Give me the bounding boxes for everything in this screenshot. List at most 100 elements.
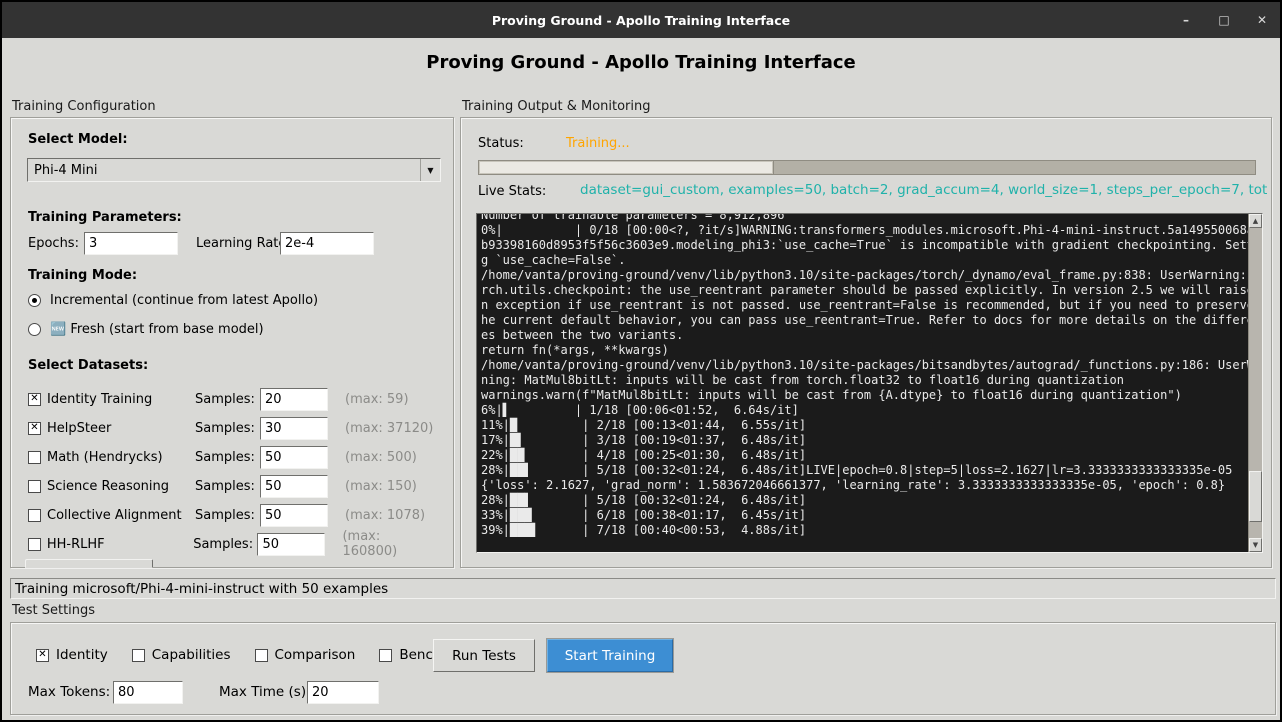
monitor-frame: Status: Training... Live Stats: dataset=… bbox=[460, 117, 1272, 568]
samples-label: Samples: bbox=[195, 479, 257, 494]
training-params-label: Training Parameters: bbox=[28, 210, 182, 225]
terminal-panel: Number of trainable parameters = 8,912,8… bbox=[476, 213, 1263, 553]
training-mode-group: Incremental (continue from latest Apollo… bbox=[28, 290, 318, 348]
test-checkbox[interactable] bbox=[255, 649, 268, 662]
samples-max-label: (max: 1078) bbox=[345, 508, 425, 523]
window-title: Proving Ground - Apollo Training Interfa… bbox=[492, 13, 790, 28]
max-time-input[interactable] bbox=[307, 681, 379, 704]
test-checkbox[interactable]: ✕ bbox=[36, 649, 49, 662]
run-tests-button[interactable]: Run Tests bbox=[433, 639, 535, 672]
app-window: Proving Ground - Apollo Training Interfa… bbox=[0, 0, 1282, 722]
dataset-checkbox[interactable]: ✕ bbox=[28, 393, 41, 406]
samples-input[interactable] bbox=[260, 417, 328, 440]
close-icon[interactable]: ✕ bbox=[1254, 13, 1270, 27]
select-model-label: Select Model: bbox=[28, 132, 128, 147]
samples-label: Samples: bbox=[195, 392, 257, 407]
test-checkbox-item[interactable]: ✕ Identity bbox=[36, 647, 108, 663]
test-checkbox-item[interactable]: Comparison bbox=[255, 647, 356, 663]
status-label: Status: bbox=[478, 136, 524, 151]
scroll-up-icon[interactable]: ▲ bbox=[1249, 214, 1262, 228]
test-checkbox-label: Identity bbox=[56, 647, 108, 663]
samples-max-label: (max: 37120) bbox=[345, 421, 433, 436]
test-checkbox-label: Capabilities bbox=[152, 647, 231, 663]
test-checkbox[interactable] bbox=[379, 649, 392, 662]
tests-frame: ✕ Identity Capabilities Comparison Bench… bbox=[10, 622, 1276, 715]
training-mode-option[interactable]: Incremental (continue from latest Apollo… bbox=[28, 290, 318, 310]
window-controls: – □ ✕ bbox=[1178, 2, 1270, 38]
dataset-row: Collective Alignment Samples: (max: 1078… bbox=[28, 504, 438, 526]
dataset-checkbox[interactable] bbox=[28, 480, 41, 493]
learning-rate-input[interactable] bbox=[280, 232, 374, 255]
training-mode-option[interactable]: 🆕 Fresh (start from base model) bbox=[28, 319, 318, 339]
dataset-label: Science Reasoning bbox=[47, 479, 195, 494]
start-training-button-label: Start Training bbox=[565, 648, 656, 664]
samples-input[interactable] bbox=[260, 504, 328, 527]
select-datasets-label: Select Datasets: bbox=[28, 358, 148, 373]
dataset-row: ✕ Identity Training Samples: (max: 59) bbox=[28, 388, 438, 410]
dataset-row: ✕ HelpSteer Samples: (max: 37120) bbox=[28, 417, 438, 439]
dataset-label: Collective Alignment bbox=[47, 508, 195, 523]
chevron-down-icon[interactable]: ▼ bbox=[420, 159, 440, 181]
status-value: Training... bbox=[566, 136, 630, 151]
config-frame-label: Training Configuration bbox=[12, 99, 156, 114]
radio-icon[interactable] bbox=[28, 294, 41, 307]
dataset-checkbox[interactable] bbox=[28, 538, 41, 551]
terminal-scrollbar[interactable]: ▲ ▼ bbox=[1248, 214, 1262, 552]
monitor-frame-label: Training Output & Monitoring bbox=[462, 99, 651, 114]
model-combobox-value: Phi-4 Mini bbox=[34, 163, 97, 178]
samples-label: Samples: bbox=[195, 450, 257, 465]
samples-max-label: (max: 59) bbox=[345, 392, 409, 407]
page-title: Proving Ground - Apollo Training Interfa… bbox=[2, 52, 1280, 73]
epochs-label: Epochs: bbox=[28, 236, 79, 251]
titlebar: Proving Ground - Apollo Training Interfa… bbox=[2, 2, 1280, 38]
training-mode-label: Training Mode: bbox=[28, 268, 137, 283]
test-checkbox-item[interactable]: Capabilities bbox=[132, 647, 231, 663]
radio-icon[interactable] bbox=[28, 323, 41, 336]
samples-input[interactable] bbox=[260, 475, 328, 498]
training-progressbar bbox=[478, 160, 1256, 175]
test-checkbox-label: Comparison bbox=[275, 647, 356, 663]
samples-input[interactable] bbox=[260, 446, 328, 469]
dataset-row: Science Reasoning Samples: (max: 150) bbox=[28, 475, 438, 497]
dataset-label: Math (Hendrycks) bbox=[47, 450, 195, 465]
learning-rate-label: Learning Rate: bbox=[196, 236, 291, 251]
dataset-label: Identity Training bbox=[47, 392, 195, 407]
dataset-row: HH-RLHF Samples: (max: 160800) bbox=[28, 533, 438, 555]
test-checkbox[interactable] bbox=[132, 649, 145, 662]
live-stats-value: dataset=gui_custom, examples=50, batch=2… bbox=[580, 182, 1267, 198]
dataset-checkbox[interactable] bbox=[28, 509, 41, 522]
max-time-label: Max Time (s): bbox=[219, 684, 311, 700]
status-bar: Training microsoft/Phi-4-mini-instruct w… bbox=[10, 578, 1276, 599]
training-mode-option-label: Incremental (continue from latest Apollo… bbox=[50, 293, 318, 308]
max-tokens-label: Max Tokens: bbox=[28, 684, 110, 700]
samples-label: Samples: bbox=[195, 421, 257, 436]
maximize-icon[interactable]: □ bbox=[1216, 13, 1232, 27]
training-mode-option-label: 🆕 Fresh (start from base model) bbox=[50, 322, 264, 337]
samples-max-label: (max: 500) bbox=[345, 450, 417, 465]
samples-label: Samples: bbox=[195, 508, 257, 523]
epochs-input[interactable] bbox=[84, 232, 178, 255]
dataset-checkbox[interactable] bbox=[28, 451, 41, 464]
progressbar-fill bbox=[479, 161, 774, 174]
scroll-down-icon[interactable]: ▼ bbox=[1249, 538, 1262, 552]
dataset-list: ✕ Identity Training Samples: (max: 59) ✕… bbox=[28, 388, 438, 562]
cutoff-button[interactable] bbox=[25, 559, 153, 568]
model-combobox[interactable]: Phi-4 Mini ▼ bbox=[27, 158, 441, 182]
max-tokens-input[interactable] bbox=[113, 681, 183, 704]
minimize-icon[interactable]: – bbox=[1178, 13, 1194, 27]
start-training-button[interactable]: Start Training bbox=[547, 639, 673, 672]
dataset-row: Math (Hendrycks) Samples: (max: 500) bbox=[28, 446, 438, 468]
run-tests-button-label: Run Tests bbox=[452, 648, 516, 664]
samples-input[interactable] bbox=[257, 533, 325, 556]
config-frame: Select Model: Phi-4 Mini ▼ Training Para… bbox=[10, 117, 454, 568]
dataset-label: HelpSteer bbox=[47, 421, 195, 436]
live-stats-label: Live Stats: bbox=[478, 184, 546, 199]
samples-label: Samples: bbox=[193, 537, 254, 552]
samples-max-label: (max: 150) bbox=[345, 479, 417, 494]
tests-frame-label: Test Settings bbox=[12, 603, 95, 618]
scrollbar-thumb[interactable] bbox=[1249, 471, 1262, 522]
dataset-checkbox[interactable]: ✕ bbox=[28, 422, 41, 435]
dataset-label: HH-RLHF bbox=[47, 537, 193, 552]
terminal-output: Number of trainable parameters = 8,912,8… bbox=[477, 213, 1262, 540]
samples-input[interactable] bbox=[260, 388, 328, 411]
